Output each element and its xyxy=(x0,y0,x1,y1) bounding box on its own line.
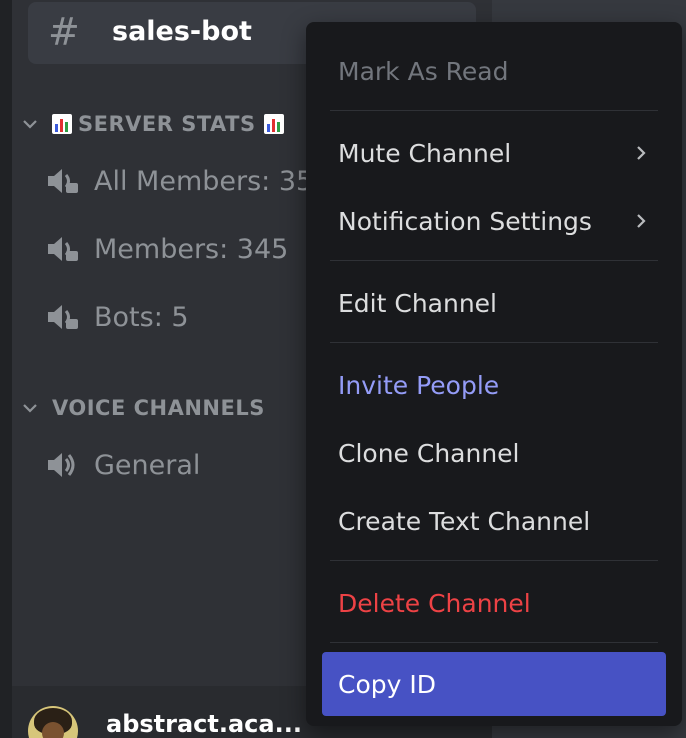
category-label: VOICE CHANNELS xyxy=(52,396,265,420)
menu-item-create-text-channel[interactable]: Create Text Channel xyxy=(322,492,666,550)
category-label: SERVER STATS xyxy=(78,112,256,136)
menu-item-notification-settings[interactable]: Notification Settings xyxy=(322,192,666,250)
menu-separator xyxy=(330,642,658,643)
avatar[interactable] xyxy=(28,706,78,738)
menu-item-mark-as-read[interactable]: Mark As Read xyxy=(322,42,666,100)
channel-item-general[interactable]: General xyxy=(44,443,200,487)
menu-item-label: Clone Channel xyxy=(338,438,520,468)
channel-name: sales-bot xyxy=(112,16,252,47)
menu-item-label: Create Text Channel xyxy=(338,506,591,536)
channel-label: Bots: 5 xyxy=(94,301,189,333)
channel-label: Members: 345 xyxy=(94,233,289,265)
menu-item-label: Notification Settings xyxy=(338,206,592,236)
speaker-lock-icon xyxy=(48,169,78,193)
channel-item-all-members[interactable]: All Members: 35 xyxy=(44,159,313,203)
chevron-down-icon xyxy=(23,404,37,413)
username[interactable]: abstract.aca... xyxy=(106,710,302,738)
channel-item-bots[interactable]: Bots: 5 xyxy=(44,295,189,339)
menu-item-edit-channel[interactable]: Edit Channel xyxy=(322,274,666,332)
menu-item-invite-people[interactable]: Invite People xyxy=(322,356,666,414)
menu-separator xyxy=(330,560,658,561)
chevron-right-icon xyxy=(637,146,646,160)
menu-separator xyxy=(330,342,658,343)
menu-item-delete-channel[interactable]: Delete Channel xyxy=(322,574,666,632)
menu-item-label: Mark As Read xyxy=(338,56,509,86)
channel-label: General xyxy=(94,449,201,481)
menu-separator xyxy=(330,110,658,111)
chevron-down-icon xyxy=(23,120,37,129)
bar-chart-emoji-icon xyxy=(52,114,72,134)
menu-item-label: Mute Channel xyxy=(338,138,512,168)
menu-separator xyxy=(330,260,658,261)
bar-chart-emoji-icon xyxy=(263,114,284,134)
speaker-icon xyxy=(48,453,75,477)
chevron-right-icon xyxy=(637,214,646,228)
menu-item-label: Invite People xyxy=(338,370,500,400)
channel-item-members[interactable]: Members: 345 xyxy=(44,227,288,271)
menu-item-copy-id[interactable]: Copy ID xyxy=(322,652,666,716)
menu-item-label: Copy ID xyxy=(338,669,436,699)
speaker-lock-icon xyxy=(48,237,78,261)
category-server-stats[interactable]: SERVER STATS xyxy=(20,108,284,140)
channel-label: All Members: 35 xyxy=(94,165,314,197)
menu-item-label: Edit Channel xyxy=(338,288,497,318)
channel-context-menu: Mark As Read Mute Channel Notification S… xyxy=(306,22,682,726)
category-voice-channels[interactable]: VOICE CHANNELS xyxy=(20,392,265,424)
hash-icon: # xyxy=(48,10,80,54)
speaker-lock-icon xyxy=(48,305,78,329)
menu-item-label: Delete Channel xyxy=(338,588,531,618)
menu-item-mute-channel[interactable]: Mute Channel xyxy=(322,124,666,182)
menu-item-clone-channel[interactable]: Clone Channel xyxy=(322,424,666,482)
